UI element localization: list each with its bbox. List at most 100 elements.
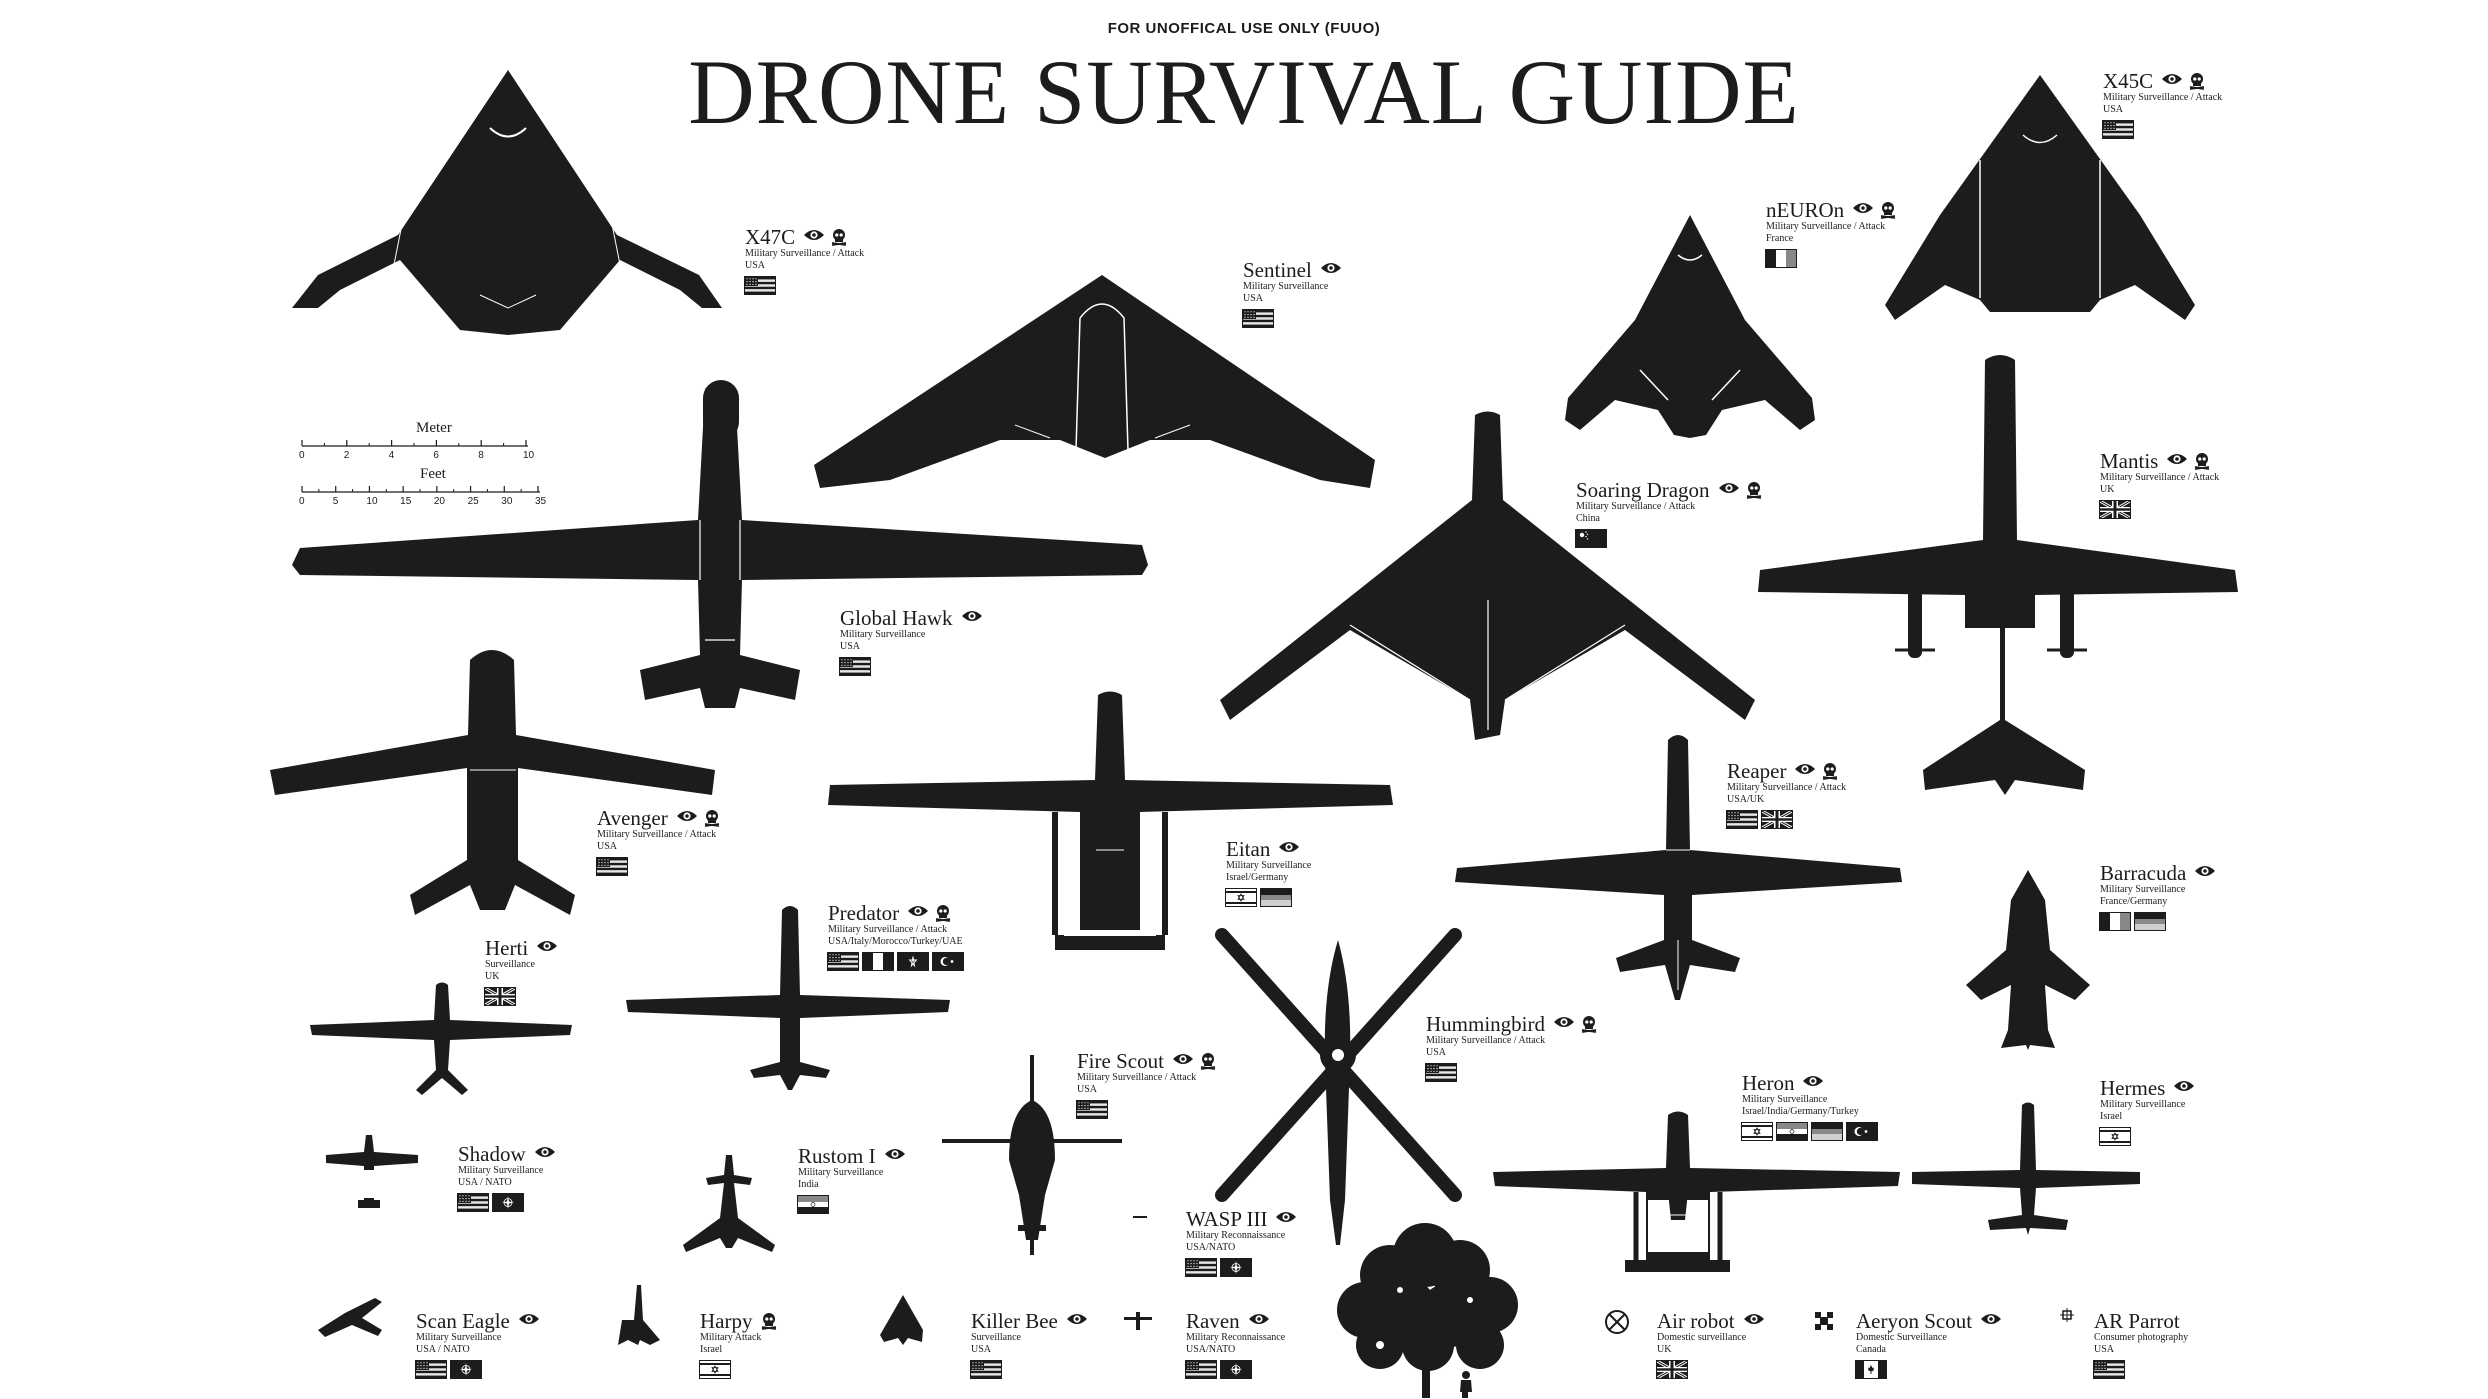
flag-usa-icon	[839, 657, 871, 676]
eye-icon	[1278, 840, 1300, 858]
drone-name: Global Hawk	[840, 606, 953, 630]
label-heading: Mantis	[2100, 450, 2219, 472]
avenger-label: Avenger Military Surveillance / Attack USA	[596, 807, 721, 876]
flag-row	[1656, 1359, 1765, 1380]
eitan-label: Eitan Military Surveillance Israel/Germany	[1225, 838, 1311, 907]
flag-usa-icon	[2102, 120, 2134, 139]
label-heading: AR Parrot	[2094, 1310, 2188, 1332]
drone-country: USA	[971, 1344, 992, 1355]
label-heading: Global Hawk	[840, 607, 983, 629]
drone-type: Military Surveillance / Attack	[2100, 472, 2220, 483]
flag-usa-icon	[1185, 1360, 1217, 1379]
aeryon-label: Aeryon Scout Domestic Surveillance Canada	[1855, 1309, 2002, 1379]
x47c-label: X47C Military Surveillance / Attack USA	[744, 226, 865, 295]
drone-type: Military Surveillance	[798, 1167, 884, 1178]
flag-row	[1185, 1258, 1297, 1277]
skull-icon	[830, 228, 848, 246]
skull-icon	[1580, 1015, 1598, 1033]
eye-icon	[907, 904, 929, 922]
drone-country: UK	[2100, 484, 2115, 495]
predator-label: Predator Military Surveillance / Attack US…	[827, 902, 968, 971]
scaneagle-label: Scan Eagle Military Surveillance USA / NAT…	[415, 1309, 540, 1379]
reaper-label: Reaper Military Surveillance / Attack USA/…	[1726, 760, 1846, 830]
flag-row	[1765, 249, 1897, 268]
eye-icon	[961, 609, 983, 627]
flag-row	[839, 657, 983, 676]
flag-usa-icon	[1726, 810, 1758, 829]
drone-country: USA / NATO	[416, 1344, 470, 1355]
flag-india-icon	[1776, 1122, 1808, 1141]
label-heading: Air robot	[1657, 1310, 1765, 1332]
flag-row	[2099, 499, 2219, 520]
drone-type: Surveillance	[485, 959, 535, 970]
flag-row	[744, 276, 864, 295]
drone-country: USA/NATO	[1186, 1242, 1236, 1253]
drone-country: USA	[2094, 1344, 2115, 1355]
drone-country: USA	[840, 641, 861, 652]
drone-name: Herti	[485, 936, 529, 960]
drone-country: USA/Italy/Morocco/Turkey/UAE	[828, 936, 963, 947]
drone-country: USA	[1243, 293, 1264, 304]
flag-uk-icon	[1656, 1359, 1688, 1380]
drone-name: Aeryon Scout	[1856, 1309, 1973, 1333]
label-heading: Rustom I	[798, 1145, 906, 1167]
flag-row	[970, 1360, 1088, 1379]
flag-france-icon	[2099, 912, 2131, 931]
label-heading: Shadow	[458, 1143, 556, 1165]
skull-icon	[2188, 72, 2206, 90]
drone-country: USA / NATO	[458, 1177, 512, 1188]
barracuda-label: Barracuda Military Surveillance France/Ger…	[2099, 862, 2216, 931]
skull-icon	[2193, 452, 2211, 470]
drone-country: Israel	[700, 1344, 723, 1355]
sentinel-label: Sentinel Military Surveillance USA	[1242, 259, 1342, 328]
eye-icon	[1852, 201, 1874, 219]
drone-type: Military Surveillance / Attack	[745, 248, 865, 259]
flag-china-icon	[1575, 529, 1607, 548]
drone-country: China	[1576, 513, 1600, 524]
drone-name: Hummingbird	[1426, 1012, 1545, 1036]
flag-nato-icon	[1220, 1360, 1252, 1379]
label-heading: Predator	[828, 902, 968, 924]
drone-country: USA	[1077, 1084, 1098, 1095]
drone-name: Heron	[1742, 1071, 1795, 1095]
eye-icon	[1248, 1312, 1270, 1330]
eye-icon	[2166, 452, 2188, 470]
drone-type: Military Surveillance / Attack	[1766, 221, 1886, 232]
eye-icon	[1802, 1074, 1824, 1092]
eye-icon	[676, 809, 698, 827]
hermes-label: Hermes Military Surveillance Israel	[2099, 1077, 2195, 1146]
flag-row	[2102, 120, 2222, 139]
label-heading: Reaper	[1727, 760, 1846, 782]
drone-name: Predator	[828, 901, 900, 925]
flag-italy-icon	[862, 952, 894, 971]
drone-name: Scan Eagle	[416, 1309, 510, 1333]
skull-icon	[934, 904, 952, 922]
skull-icon	[1745, 481, 1763, 499]
eye-icon	[1275, 1210, 1297, 1228]
label-heading: Hummingbird	[1426, 1013, 1598, 1035]
flag-germany-icon	[2134, 912, 2166, 931]
flag-turkey-icon	[1846, 1122, 1878, 1141]
drone-country: India	[798, 1179, 819, 1190]
eye-icon	[1320, 261, 1342, 279]
eye-icon	[2161, 72, 2183, 90]
drone-country: Israel/Germany	[1226, 872, 1289, 883]
globalhawk-label: Global Hawk Military Surveillance USA	[839, 607, 983, 676]
drone-country: Israel	[2100, 1111, 2123, 1122]
drone-name: Soaring Dragon	[1576, 478, 1710, 502]
flag-usa-icon	[2093, 1360, 2125, 1379]
flag-germany-icon	[1260, 888, 1292, 907]
drone-type: Consumer photography	[2094, 1332, 2189, 1343]
label-heading: Avenger	[597, 807, 721, 829]
drone-type: Military Reconnaissance	[1186, 1230, 1286, 1241]
flag-usa-icon	[596, 857, 628, 876]
airrobot-label: Air robot Domestic surveillance UK	[1656, 1310, 1765, 1380]
flag-usa-icon	[1076, 1100, 1108, 1119]
eye-icon	[803, 228, 825, 246]
eye-icon	[1718, 481, 1740, 499]
flag-usa-icon	[970, 1360, 1002, 1379]
label-heading: Fire Scout	[1077, 1050, 1217, 1072]
mantis-label: Mantis Military Surveillance / Attack UK	[2099, 450, 2220, 520]
flag-row	[699, 1360, 778, 1379]
flag-row	[1076, 1100, 1217, 1119]
